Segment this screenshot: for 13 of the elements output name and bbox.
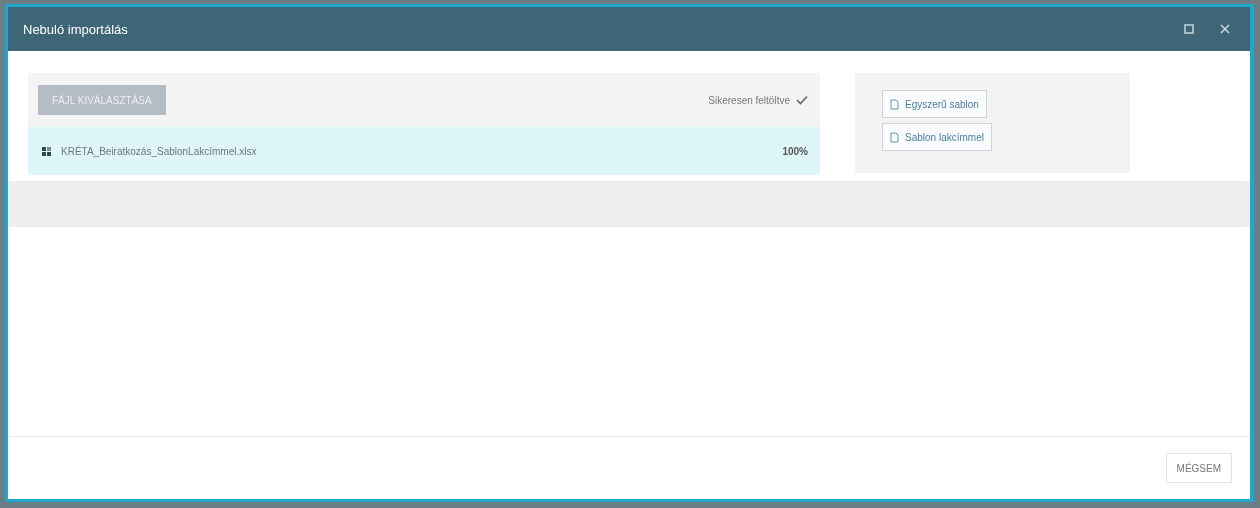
document-icon (890, 131, 899, 143)
close-icon[interactable] (1220, 24, 1230, 34)
file-icon (42, 146, 51, 156)
upload-status: Sikeresen feltöltve (708, 94, 790, 106)
template-button[interactable]: Sablon lakcímmel (882, 123, 992, 151)
window-title: Nebuló importálás (23, 21, 128, 37)
maximize-icon[interactable] (1184, 24, 1194, 34)
document-icon (890, 98, 899, 110)
template-button[interactable]: Egyszerű sablon (882, 90, 987, 118)
file-name: KRÉTA_Beiratkozás_SablonLakcímmel.xlsx (61, 145, 257, 157)
cancel-button[interactable]: MÉGSEM (1165, 453, 1232, 483)
check-icon (796, 95, 808, 105)
percent-label: 100% (782, 145, 808, 157)
